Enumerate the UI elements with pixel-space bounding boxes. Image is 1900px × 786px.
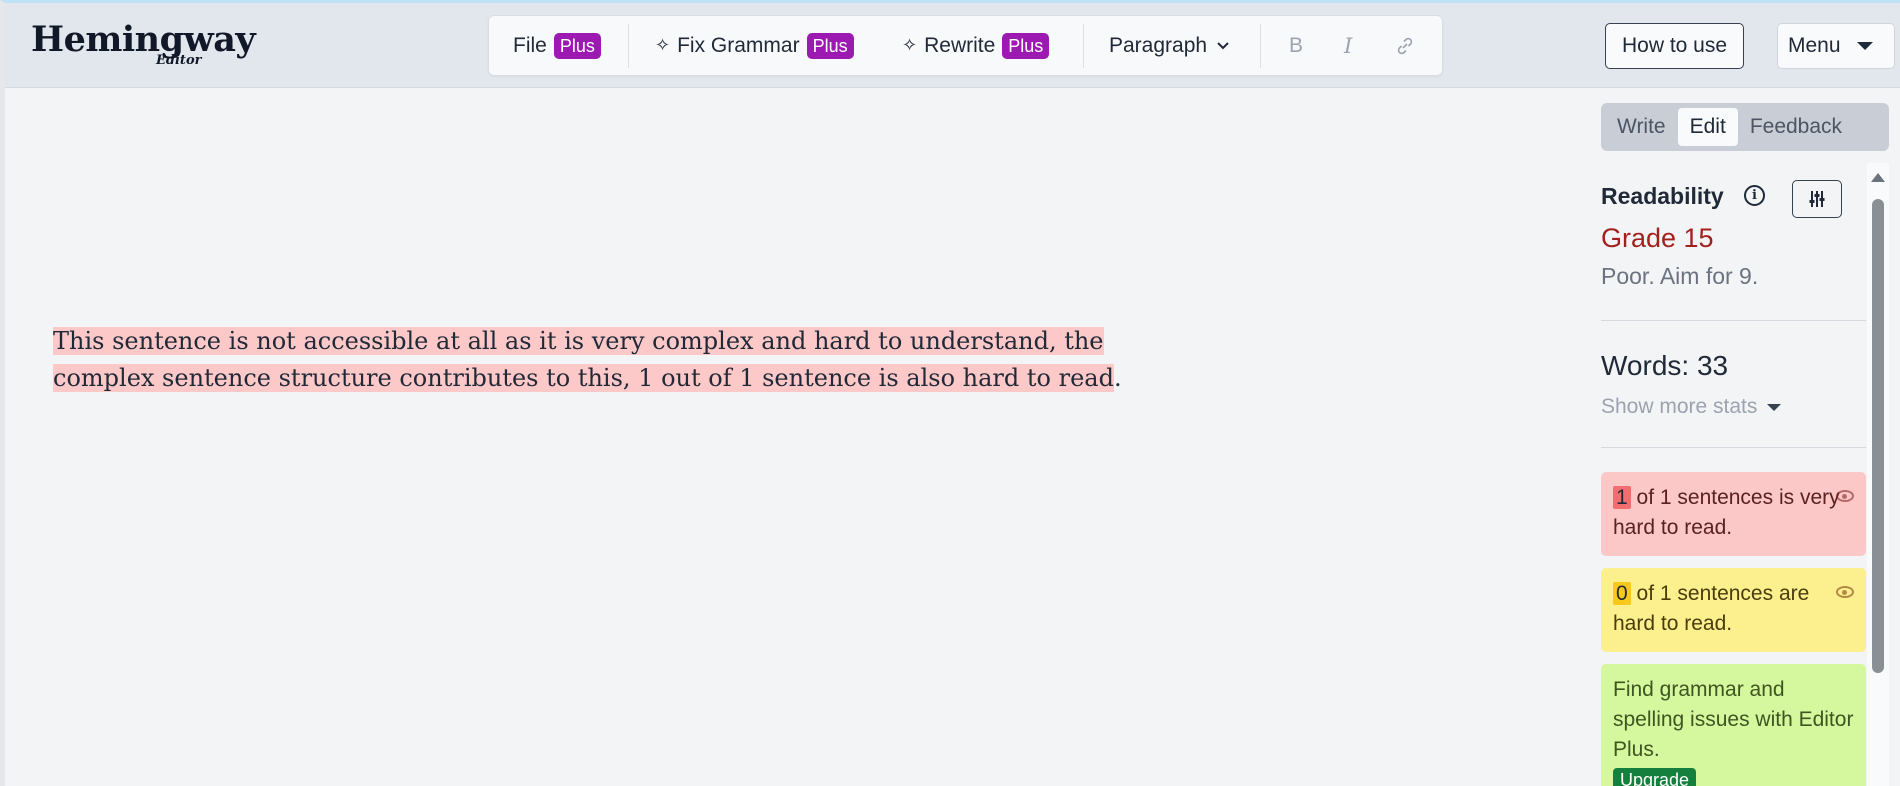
tab-feedback[interactable]: Feedback: [1738, 108, 1854, 146]
grammar-upsell-card: Find grammar and spelling issues with Ed…: [1601, 664, 1866, 786]
rewrite-label: Rewrite: [924, 33, 996, 57]
eye-icon[interactable]: [1836, 490, 1854, 502]
show-more-stats-label: Show more stats: [1601, 395, 1758, 418]
paragraph-dropdown[interactable]: Paragraph: [1109, 16, 1230, 75]
upgrade-button[interactable]: Upgrade: [1613, 768, 1697, 786]
plus-badge: Plus: [806, 32, 854, 59]
caret-down-icon: [1856, 42, 1873, 50]
fix-grammar-label: Fix Grammar: [677, 33, 800, 57]
link-icon: [1397, 37, 1413, 54]
bold-icon: B: [1289, 33, 1304, 57]
stats-sidebar: Readability i Grade 15 Poor. Aim for 9. …: [1601, 163, 1866, 786]
very-hard-sentence-highlight: This sentence is not accessible at all a…: [53, 327, 1114, 392]
plus-badge: Plus: [1002, 32, 1050, 59]
show-more-stats-toggle[interactable]: Show more stats: [1601, 395, 1782, 419]
info-icon[interactable]: i: [1744, 185, 1765, 206]
very-hard-text: of 1 sentences is very hard to read.: [1613, 486, 1840, 539]
readability-heading: Readability: [1601, 183, 1724, 209]
italic-button[interactable]: I: [1344, 16, 1352, 75]
sparkle-icon: ✧: [655, 35, 671, 55]
very-hard-count: 1: [1613, 486, 1631, 509]
grammar-upsell-text: Find grammar and spelling issues with Ed…: [1613, 678, 1854, 761]
how-to-use-button[interactable]: How to use: [1605, 23, 1744, 69]
sidebar-scrollbar[interactable]: [1867, 163, 1889, 786]
fix-grammar-button[interactable]: ✧ Fix Grammar Plus: [655, 16, 854, 75]
hard-text: of 1 sentences are hard to read.: [1613, 582, 1810, 635]
grade-level: Grade 15: [1601, 223, 1714, 253]
word-count: Words: 33: [1601, 350, 1729, 381]
tab-edit[interactable]: Edit: [1677, 108, 1738, 146]
link-button[interactable]: [1395, 16, 1415, 75]
readability-settings-button[interactable]: [1792, 180, 1842, 218]
sentence-end: .: [1113, 364, 1122, 392]
editor-toolbar: File Plus ✧ Fix Grammar Plus ✧ Rewrite P…: [488, 15, 1443, 76]
mode-tabs: Write Edit Feedback: [1601, 103, 1889, 151]
tab-write[interactable]: Write: [1605, 108, 1678, 146]
sliders-icon: [1809, 191, 1825, 207]
eye-icon[interactable]: [1836, 586, 1854, 598]
scroll-thumb[interactable]: [1872, 199, 1884, 673]
app-header: Hemingway Editor File Plus ✧ Fix Grammar…: [5, 3, 1900, 88]
toolbar-divider: [1260, 24, 1261, 68]
file-button[interactable]: File Plus: [513, 16, 601, 75]
caret-down-icon: [1767, 403, 1782, 411]
toolbar-divider: [1083, 24, 1084, 68]
logo-subtitle: Editor: [156, 53, 202, 68]
italic-icon: I: [1344, 33, 1353, 58]
file-label: File: [513, 33, 547, 57]
menu-button[interactable]: Menu: [1777, 23, 1895, 69]
plus-badge: Plus: [553, 32, 601, 59]
divider: [1601, 320, 1866, 321]
scroll-up-arrow-icon[interactable]: [1871, 173, 1885, 182]
sparkle-icon: ✧: [902, 35, 918, 55]
divider: [1601, 447, 1866, 448]
hemingway-logo[interactable]: Hemingway: [31, 19, 256, 60]
rewrite-button[interactable]: ✧ Rewrite Plus: [902, 16, 1050, 75]
bold-button[interactable]: B: [1289, 16, 1303, 75]
chevron-down-icon: [1217, 41, 1229, 49]
very-hard-sentences-card[interactable]: 1 of 1 sentences is very hard to read.: [1601, 472, 1866, 556]
hard-sentences-card[interactable]: 0 of 1 sentences are hard to read.: [1601, 568, 1866, 652]
menu-label: Menu: [1788, 34, 1841, 57]
toolbar-divider: [628, 24, 629, 68]
editor-text-area[interactable]: This sentence is not accessible at all a…: [53, 323, 1173, 397]
grade-note: Poor. Aim for 9.: [1601, 263, 1759, 289]
paragraph-label: Paragraph: [1109, 33, 1208, 57]
hard-count: 0: [1613, 582, 1631, 605]
